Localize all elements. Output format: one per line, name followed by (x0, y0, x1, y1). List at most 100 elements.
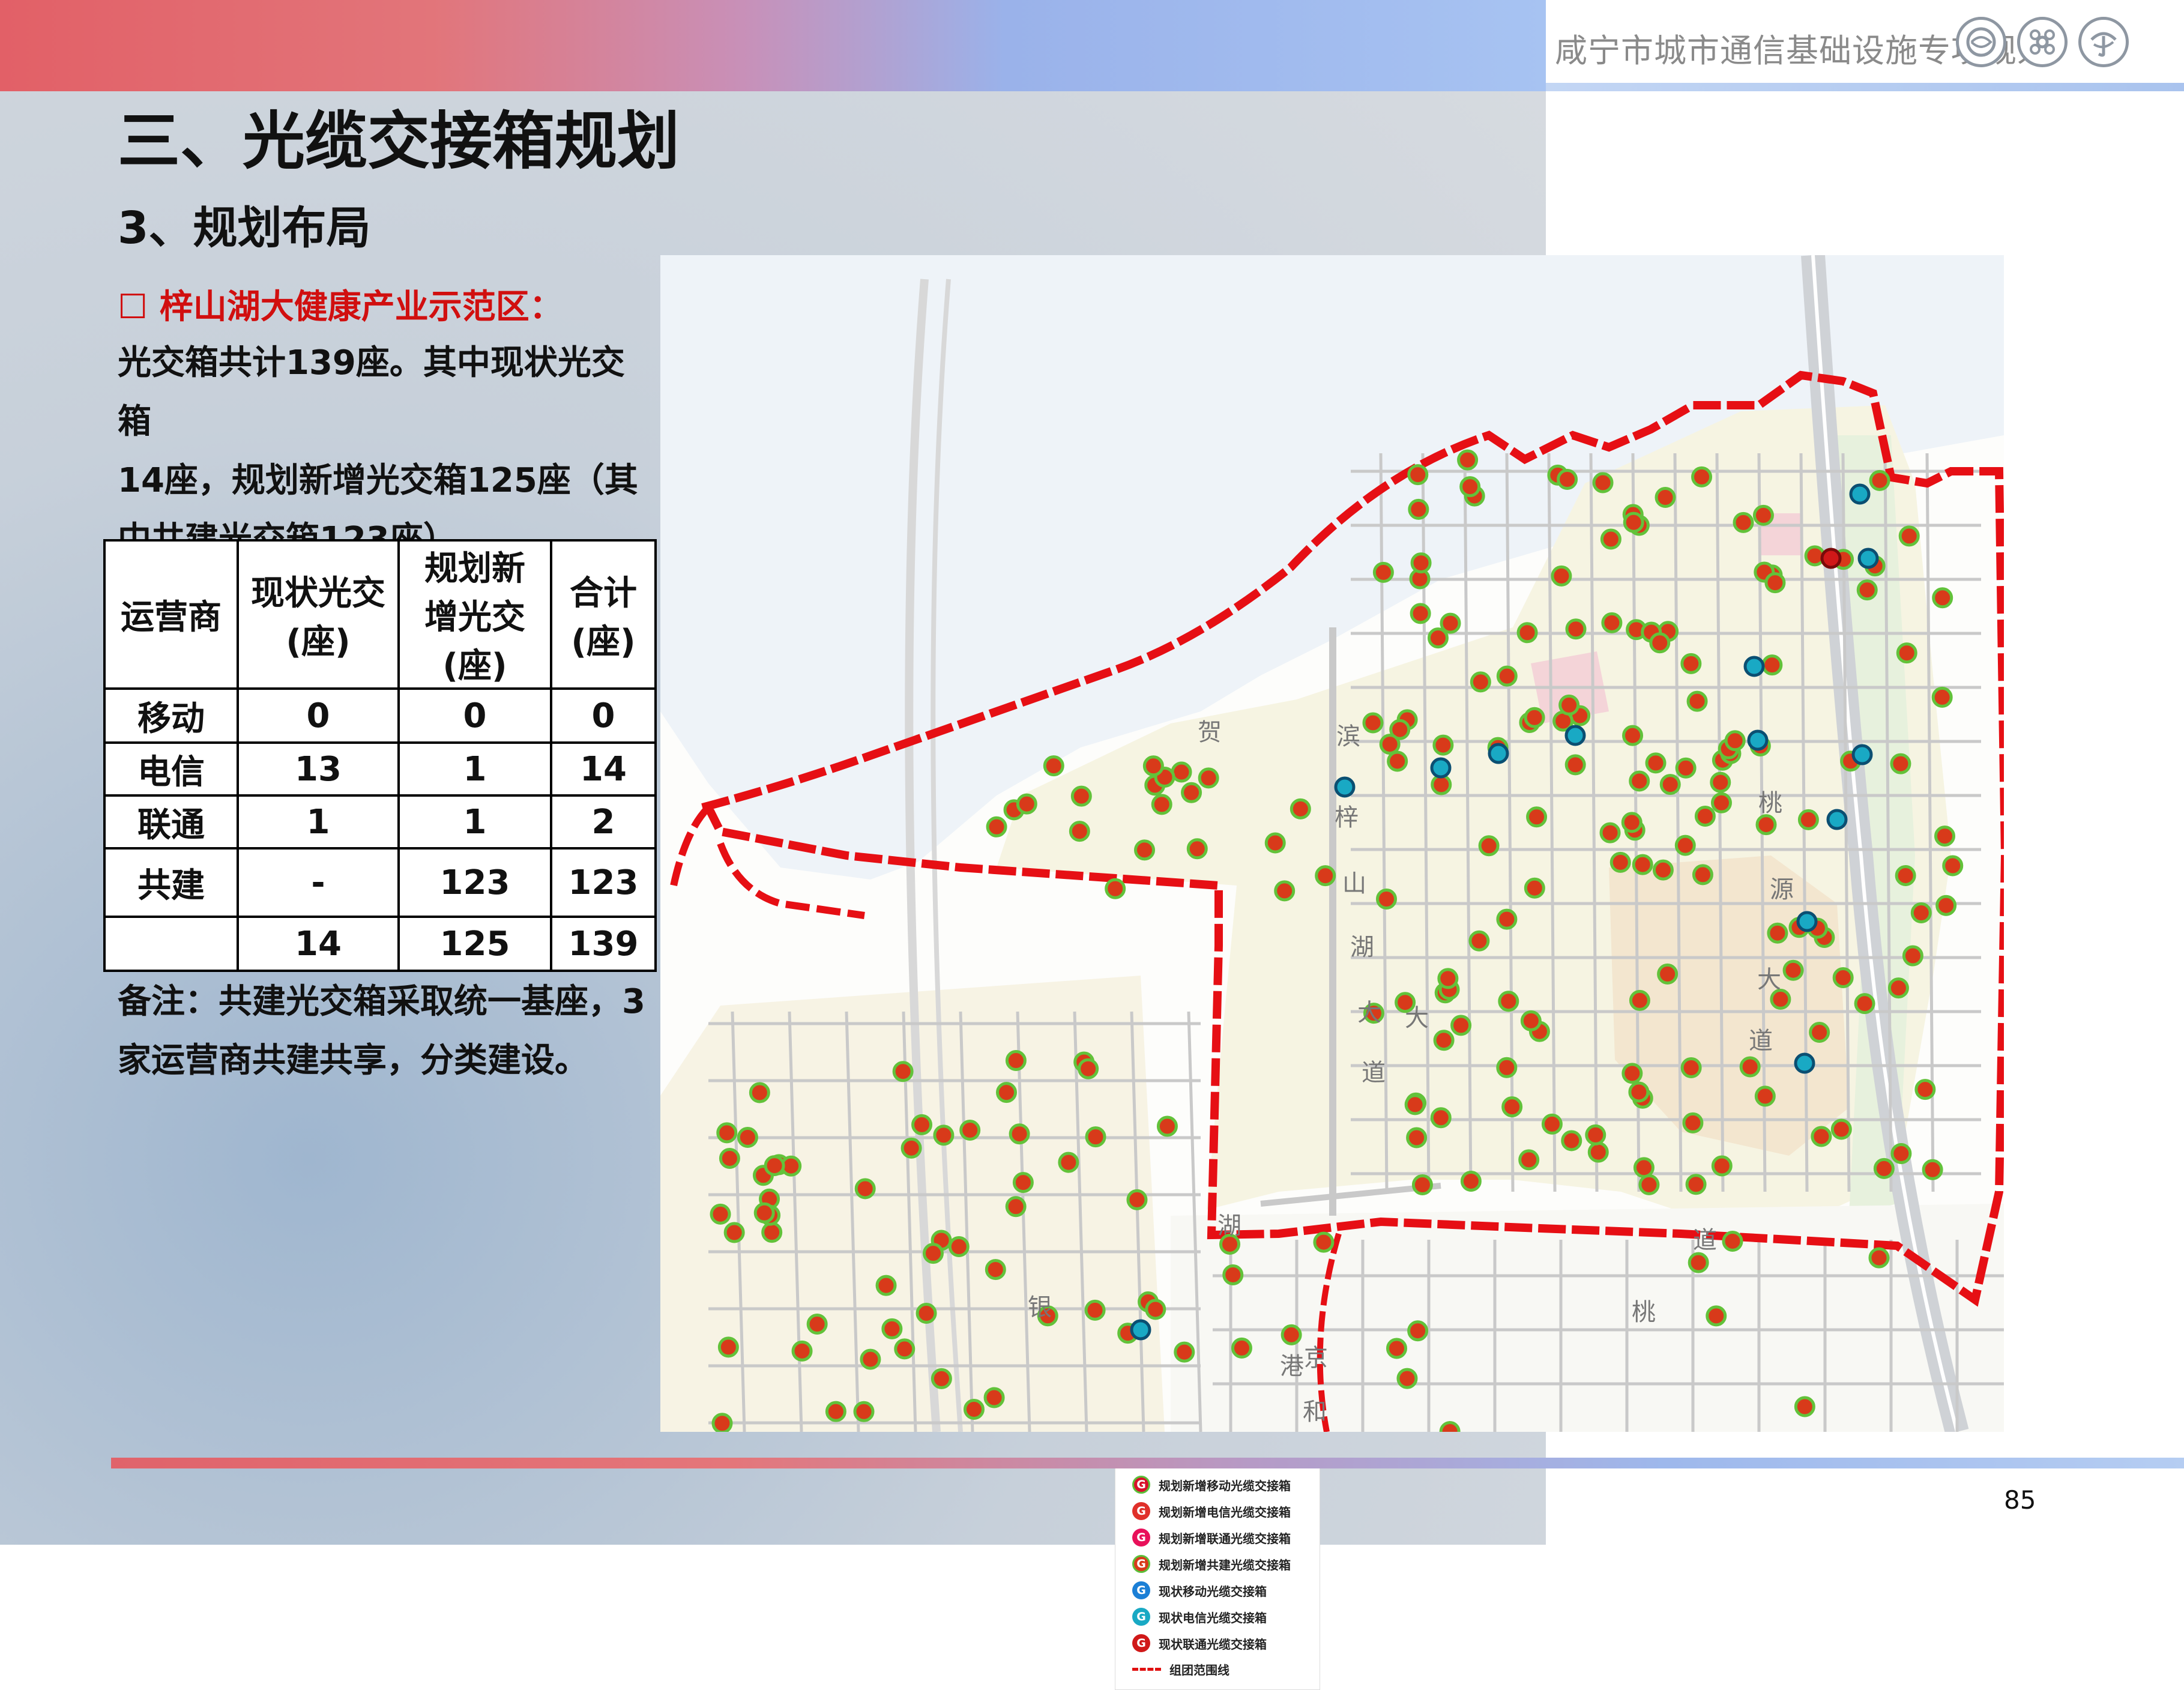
cabinet-marker (1142, 755, 1164, 777)
cabinet-marker (1621, 1063, 1643, 1084)
cabinet-marker (1078, 1058, 1099, 1079)
cabinet-marker (1820, 548, 1842, 569)
legend-label: 规划新增移动光缆交接箱 (1159, 1478, 1291, 1493)
cabinet-marker (1922, 1159, 1943, 1180)
cabinet-marker (1587, 1141, 1609, 1163)
planned-mobile-box-icon: G (1132, 1476, 1150, 1494)
existing-mobile-box-icon: G (1132, 1581, 1150, 1599)
road-label: 源 (1770, 876, 1794, 904)
existing-telecom-box-icon: G (1132, 1608, 1150, 1626)
cabinet-marker (1151, 794, 1172, 815)
cabinet-marker (1942, 855, 1964, 877)
cabinet-marker (1722, 1230, 1743, 1252)
cabinet-marker (1632, 854, 1653, 875)
cabinet-marker (1910, 902, 1932, 923)
cabinet-marker (1406, 1127, 1428, 1148)
cabinet-marker (1174, 1341, 1195, 1363)
legend-item: G 规划新增联通光缆交接箱 (1132, 1529, 1291, 1547)
cabinet-marker (1009, 1123, 1030, 1145)
china-unicom-logo (2017, 17, 2068, 67)
cabinet-marker (1932, 587, 1953, 609)
section-heading-text: 梓山湖大健康产业示范区： (159, 288, 563, 327)
cabinet-marker (1558, 694, 1580, 716)
cabinet-marker (1628, 1081, 1650, 1103)
cabinet-marker (1857, 548, 1879, 569)
road-label: 银 (1028, 1294, 1052, 1321)
table-cell: 14 (237, 916, 400, 972)
cabinet-marker (1754, 1085, 1776, 1107)
cabinet-marker (881, 1318, 903, 1339)
road-label: 和 (1303, 1398, 1327, 1426)
china-unicom-icon (2030, 29, 2055, 55)
cabinet-marker (1868, 1247, 1890, 1269)
cabinet-marker (1171, 761, 1192, 783)
cabinet-marker (764, 1155, 785, 1177)
china-mobile-icon (1966, 27, 1996, 57)
cabinet-marker (1890, 1143, 1912, 1165)
table-row: 联通 1 1 2 (103, 794, 657, 850)
map-canvas: 贺滨梓山湖大道桃源大道道湖银京港和桃大 (660, 254, 2010, 1443)
description-line: 14座，规划新增光交箱125座（其 (118, 461, 638, 500)
cabinet-marker (1085, 1126, 1106, 1148)
legend-item: G 现状移动光缆交接箱 (1132, 1581, 1267, 1599)
table-header-row: 运营商 现状光交 (座) 规划新 增光交 (座) 合计 (座) (103, 539, 657, 690)
cabinet-marker (1659, 774, 1681, 795)
cabinet-marker (1460, 1170, 1482, 1192)
cabinet-marker (1869, 469, 1890, 491)
cabinet-marker (1069, 821, 1090, 842)
cabinet-marker (1826, 809, 1848, 830)
cabinet-marker (1410, 552, 1432, 574)
cabinet-marker (1411, 1174, 1433, 1195)
table-cell: 移动 (103, 687, 239, 744)
cabinet-marker (1524, 877, 1545, 899)
cabinet-marker (1437, 968, 1459, 989)
road-label: 大 (1757, 966, 1781, 994)
cabinet-marker (1376, 888, 1398, 910)
table-row: 移动 0 0 0 (103, 687, 657, 744)
cabinet-marker (894, 1338, 916, 1360)
cabinet-marker (1811, 1126, 1832, 1147)
legend-label: 规划新增共建光缆交接箱 (1159, 1557, 1291, 1572)
cabinet-marker (1105, 878, 1126, 899)
planned-unicom-box-icon: G (1132, 1529, 1150, 1547)
cabinet-marker (1145, 1299, 1166, 1320)
cabinet-marker (1830, 1118, 1852, 1140)
cabinet-marker (717, 1336, 739, 1358)
cabinet-marker (1609, 851, 1631, 873)
cabinet-marker (1478, 835, 1500, 857)
cabinet-marker (1362, 712, 1384, 734)
cabinet-marker (948, 1236, 970, 1257)
cabinet-marker (1682, 1112, 1704, 1133)
cabinet-marker (1012, 1172, 1034, 1194)
road-label: 大 (1357, 999, 1381, 1027)
cabinet-marker (1561, 1130, 1582, 1151)
cabinet-marker (860, 1348, 881, 1370)
cabinet-marker (1832, 967, 1854, 988)
cabinet-marker (1733, 512, 1754, 533)
cabinet-marker (1585, 1124, 1606, 1145)
table-cell: - (237, 847, 400, 918)
cabinet-marker (791, 1340, 813, 1362)
section-description: 光交箱共计139座。其中现状光交箱 14座，规划新增光交箱125座（其 中共建光… (118, 334, 652, 569)
cabinet-marker (1496, 908, 1518, 930)
legend-label: 规划新增电信光缆交接箱 (1159, 1504, 1291, 1519)
cabinet-marker (1895, 865, 1916, 886)
table-cell: 123 (397, 847, 552, 918)
cabinet-marker (1379, 734, 1401, 755)
road-label: 梓 (1335, 804, 1359, 831)
cabinet-marker (854, 1178, 876, 1200)
cabinet-marker (1674, 834, 1696, 856)
cabinet-marker (1890, 753, 1911, 774)
cabinet-marker (1496, 665, 1518, 687)
cabinet-marker (1372, 561, 1394, 583)
cabinet-marker (1694, 805, 1716, 827)
footnote-line: 家运营商共建共享，分类建设。 (118, 1041, 588, 1080)
cabinet-marker (1621, 812, 1643, 833)
cabinet-marker (1794, 1396, 1815, 1417)
cabinet-marker (710, 1203, 731, 1225)
table-header-cell: 现状光交 (座) (237, 539, 400, 690)
cabinet-marker (1156, 1115, 1178, 1137)
china-telecom-icon (2090, 32, 2117, 57)
cabinet-marker (1430, 1107, 1452, 1129)
legend-item: G 规划新增移动光缆交接箱 (1132, 1476, 1291, 1494)
